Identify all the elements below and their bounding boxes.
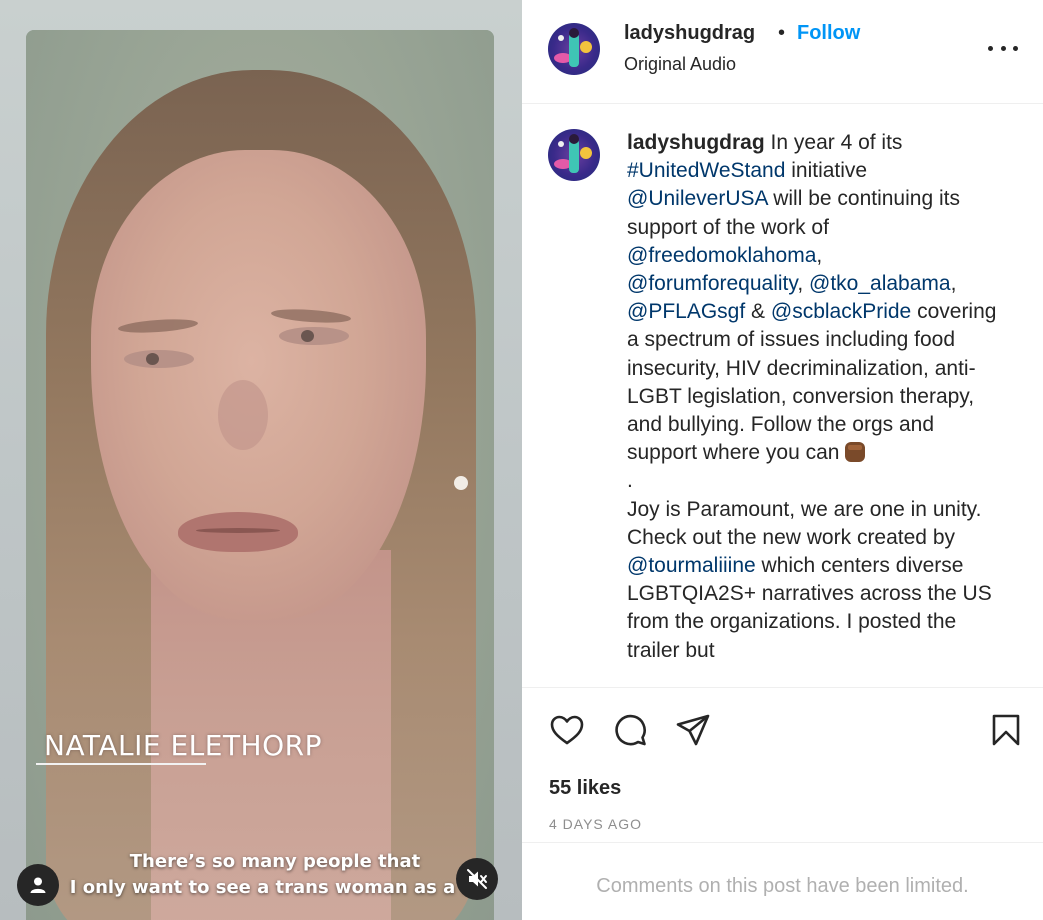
heart-icon[interactable] xyxy=(549,712,585,748)
author-username[interactable]: ladyshugdrag xyxy=(624,22,755,45)
caption-paragraph-1: ladyshugdrag In year 4 of its #UnitedWeS… xyxy=(627,129,999,467)
mention-link[interactable]: @forumforequality xyxy=(627,272,797,295)
caption-text-segment: Joy is Paramount, we are one in unity. C… xyxy=(627,497,982,549)
tagged-users-button[interactable] xyxy=(17,864,59,906)
video-name-underline xyxy=(36,763,206,765)
video-subtitle-line-1: There’s so many people that xyxy=(129,851,421,872)
avatar-art-dot xyxy=(558,35,564,41)
avatar-art-head xyxy=(569,134,579,144)
mention-link[interactable]: @tourmaliiine xyxy=(627,554,756,577)
more-dots-icon xyxy=(1013,45,1018,51)
caption-text-segment: In year 4 of its xyxy=(764,131,903,154)
mention-link[interactable]: @UnileverUSA xyxy=(627,187,767,210)
video-pane[interactable]: NATALIE ELETHORP There’s so many people … xyxy=(0,0,522,920)
caption-text-segment: covering a spectrum of issues including … xyxy=(627,300,997,465)
video-subtitle-line-2: I only want to see a trans woman as a m xyxy=(69,877,481,898)
caption-text-segment: , xyxy=(797,272,809,296)
more-dots-icon xyxy=(1000,45,1006,51)
avatar-art-dot xyxy=(558,141,564,147)
follow-button[interactable]: Follow xyxy=(797,22,860,45)
header-separator: • xyxy=(778,22,786,44)
avatar-art-star xyxy=(580,147,592,159)
video-person-mouth xyxy=(178,512,298,552)
user-icon xyxy=(30,877,46,893)
video-subtitle: There’s so many people that I only want … xyxy=(40,849,510,901)
post-actions: 55 likes 4 DAYS AGO xyxy=(522,687,1043,842)
video-name-caption: NATALIE ELETHORP xyxy=(44,729,322,762)
post-timestamp[interactable]: 4 DAYS AGO xyxy=(549,816,642,832)
caption-text-segment: , xyxy=(950,272,957,296)
caption-paragraph-2: Joy is Paramount, we are one in unity. C… xyxy=(627,496,999,665)
mute-toggle-button[interactable] xyxy=(456,858,498,900)
bookmark-icon[interactable] xyxy=(988,712,1024,748)
video-person-eye-left xyxy=(124,350,194,368)
comment-icon[interactable] xyxy=(612,712,648,748)
caption-text-segment: initiative xyxy=(785,159,868,183)
caption-scroll-area[interactable]: ladyshugdrag In year 4 of its #UnitedWeS… xyxy=(522,105,1043,685)
more-options-button[interactable] xyxy=(988,38,1018,58)
hashtag-link[interactable]: #UnitedWeStand xyxy=(627,159,785,182)
mention-link[interactable]: @PFLAGsgf xyxy=(627,300,745,323)
video-person-nose xyxy=(218,380,268,450)
paper-plane-icon[interactable] xyxy=(675,712,711,748)
likes-count[interactable]: 55 likes xyxy=(549,777,621,800)
caption-text: ladyshugdrag In year 4 of its #UnitedWeS… xyxy=(627,129,999,665)
raised-fist-emoji-icon xyxy=(845,442,866,463)
comments-limited-notice: Comments on this post have been limited. xyxy=(596,875,969,897)
avatar-art-figure xyxy=(569,139,579,173)
video-person-eye-right xyxy=(279,327,349,345)
more-dots-icon xyxy=(988,45,993,51)
mention-link[interactable]: @scblackPride xyxy=(771,300,911,323)
post-side-panel: ladyshugdrag • Follow Original Audio lad… xyxy=(522,0,1043,920)
avatar-art-figure xyxy=(569,33,579,67)
mention-link[interactable]: @freedomoklahoma xyxy=(627,244,816,267)
caption-username[interactable]: ladyshugdrag xyxy=(627,131,765,154)
original-audio-link[interactable]: Original Audio xyxy=(624,54,736,75)
author-avatar[interactable] xyxy=(548,23,600,75)
avatar-art-head xyxy=(569,28,579,38)
comments-section: Comments on this post have been limited. xyxy=(522,842,1043,920)
post-header: ladyshugdrag • Follow Original Audio xyxy=(522,0,1043,104)
video-player[interactable] xyxy=(26,30,494,920)
caption-author-avatar[interactable] xyxy=(548,129,600,181)
caption-text-segment: , xyxy=(816,243,823,267)
avatar-art-star xyxy=(580,41,592,53)
speaker-muted-icon xyxy=(467,869,487,889)
mention-link[interactable]: @tko_alabama xyxy=(809,272,951,295)
video-person-earring xyxy=(454,476,468,490)
caption-text-segment: & xyxy=(745,300,771,324)
caption-dot-separator: . xyxy=(627,469,633,493)
